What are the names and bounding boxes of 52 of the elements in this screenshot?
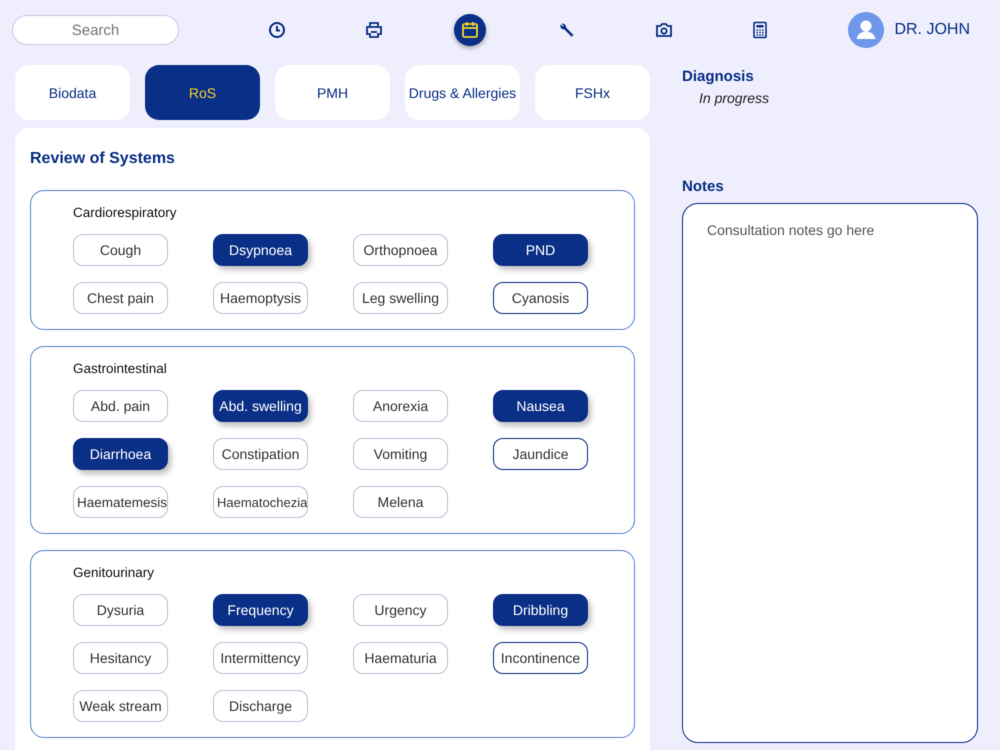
symptom-toggle[interactable]: Dysuria [73, 594, 168, 626]
tab[interactable]: PMH [275, 65, 390, 120]
notes-field[interactable]: Consultation notes go here [682, 203, 978, 743]
calendar-button[interactable] [454, 14, 486, 46]
symptom-toggle[interactable]: Intermittency [213, 642, 308, 674]
symptom-toggle[interactable]: Chest pain [73, 282, 168, 314]
symptom-toggle[interactable]: Hesitancy [73, 642, 168, 674]
avatar-icon[interactable] [848, 12, 884, 48]
section-title: Gastrointestinal [73, 361, 168, 376]
symptom-toggle[interactable]: Dribbling [493, 594, 588, 626]
symptom-toggle[interactable]: Anorexia [353, 390, 448, 422]
user-name: DR. JOHN [894, 21, 970, 39]
calendar-icon [461, 21, 480, 39]
symptom-toggle[interactable]: Abd. swelling [213, 390, 308, 422]
tab[interactable]: Biodata [15, 65, 130, 120]
symptom-toggle[interactable]: Frequency [213, 594, 308, 626]
notes-heading: Notes [682, 178, 724, 195]
symptom-toggle[interactable]: Constipation [213, 438, 308, 470]
printer-icon [364, 21, 383, 39]
symptom-toggle[interactable]: Nausea [493, 390, 588, 422]
tab[interactable]: RoS [145, 65, 260, 120]
camera-icon [654, 21, 673, 39]
symptom-toggle[interactable]: Incontinence [493, 642, 588, 674]
symptom-toggle[interactable]: Weak stream [73, 690, 168, 722]
calculator-icon [751, 21, 770, 39]
symptom-toggle[interactable]: Diarrhoea [73, 438, 168, 470]
symptom-toggle[interactable]: Haematuria [353, 642, 448, 674]
symptom-toggle[interactable]: Haemoptysis [213, 282, 308, 314]
clock-icon [268, 21, 286, 39]
section-title: Cardiorespiratory [73, 205, 178, 220]
wrench-icon [558, 21, 576, 39]
symptom-toggle[interactable]: Dsypnoea [213, 234, 308, 266]
symptom-toggle[interactable]: Haematemesis [73, 486, 168, 518]
symptom-toggle[interactable]: Orthopnoea [353, 234, 448, 266]
symptom-toggle[interactable]: Discharge [213, 690, 308, 722]
symptom-toggle[interactable]: Jaundice [493, 438, 588, 470]
tab[interactable]: FSHx [535, 65, 650, 120]
symptom-toggle[interactable]: Cyanosis [493, 282, 588, 314]
symptom-toggle[interactable]: PND [493, 234, 588, 266]
symptom-toggle[interactable]: Abd. pain [73, 390, 168, 422]
symptom-toggle[interactable]: Leg swelling [353, 282, 448, 314]
symptom-toggle[interactable]: Haematochezia [213, 486, 308, 518]
diagnosis-heading: Diagnosis [682, 68, 754, 85]
symptom-toggle[interactable]: Vomiting [353, 438, 448, 470]
search-field[interactable]: Search [12, 15, 179, 45]
symptom-toggle[interactable]: Urgency [353, 594, 448, 626]
section-title: Genitourinary [73, 565, 156, 580]
diagnosis-status: In progress [699, 90, 770, 106]
symptom-toggle[interactable]: Melena [353, 486, 448, 518]
symptom-toggle[interactable]: Cough [73, 234, 168, 266]
tab[interactable]: Drugs & Allergies [405, 65, 520, 120]
panel-title: Review of Systems [30, 150, 176, 168]
